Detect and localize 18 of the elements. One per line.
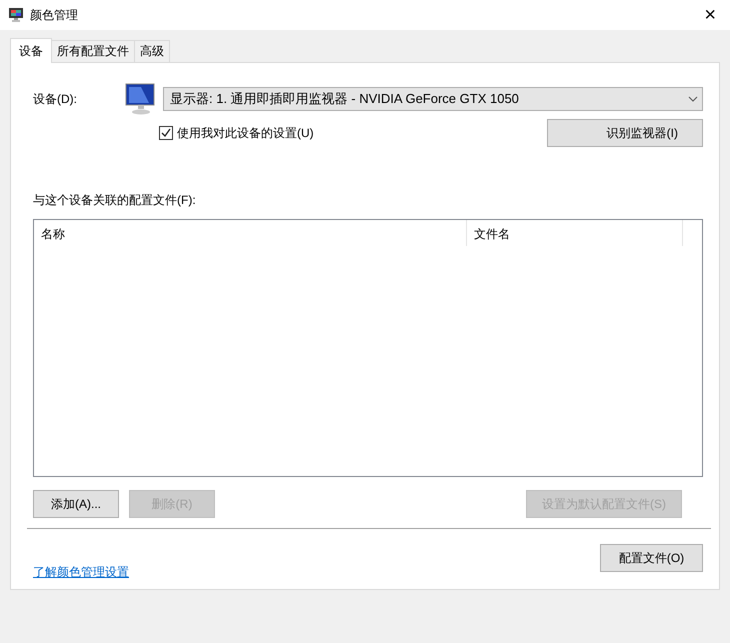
column-header[interactable]: 文件名	[467, 220, 683, 246]
checkbox-label: 使用我对此设备的设置(U)	[177, 124, 314, 142]
chevron-down-icon	[688, 96, 698, 102]
tab[interactable]: 高级	[134, 40, 170, 62]
monitor-icon	[125, 83, 157, 115]
action-button[interactable]: 添加(A)...	[33, 490, 119, 518]
tab[interactable]: 设备	[10, 38, 52, 63]
device-label: 设备(D):	[33, 90, 78, 108]
window-title: 颜色管理	[30, 6, 79, 24]
profiles-button[interactable]: 配置文件(O)	[600, 544, 703, 572]
identify-monitor-button[interactable]: 识别监视器(I)	[547, 119, 703, 147]
profiles-label: 与这个设备关联的配置文件(F):	[33, 192, 197, 209]
column-header[interactable]: 名称	[34, 220, 467, 246]
checkbox[interactable]	[159, 126, 173, 140]
app-icon	[8, 7, 24, 23]
help-link[interactable]: 了解颜色管理设置	[33, 564, 129, 581]
close-button[interactable]: ×	[698, 5, 722, 25]
device-dropdown[interactable]: 显示器: 1. 通用即插即用监视器 - NVIDIA GeForce GTX 1050	[163, 87, 703, 111]
